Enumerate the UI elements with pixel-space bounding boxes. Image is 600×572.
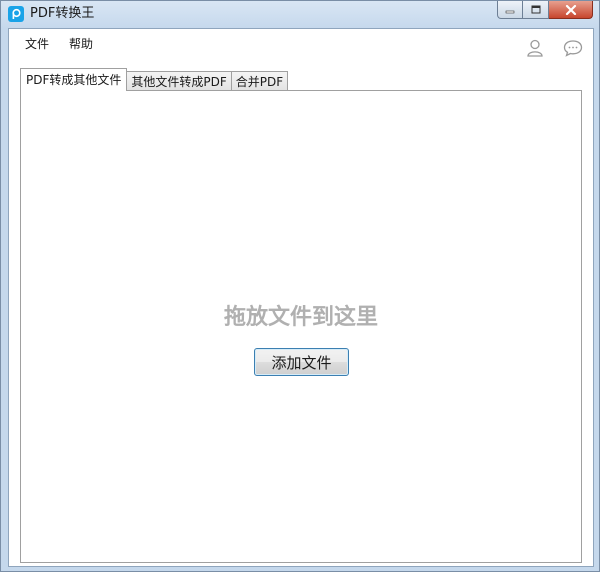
window-controls — [497, 1, 593, 20]
title-bar[interactable]: PDF转换王 — [1, 1, 599, 28]
tab-merge-pdf[interactable]: 合并PDF — [230, 71, 289, 91]
maximize-button[interactable] — [523, 1, 549, 19]
app-window: PDF转换王 文件 帮助 PDF转成其他文件 其他文件转成PDF 合并PDF 拖… — [0, 0, 600, 572]
close-button[interactable] — [549, 1, 593, 19]
menu-file[interactable]: 文件 — [23, 36, 51, 52]
app-logo-icon — [8, 6, 24, 22]
client-area: 文件 帮助 PDF转成其他文件 其他文件转成PDF 合并PDF 拖放文件到这里 … — [8, 28, 594, 567]
window-title: PDF转换王 — [30, 6, 95, 21]
add-file-button[interactable]: 添加文件 — [254, 348, 349, 376]
user-icon[interactable] — [525, 38, 545, 58]
minimize-button[interactable] — [497, 1, 523, 19]
tab-strip: PDF转成其他文件 其他文件转成PDF 合并PDF — [20, 67, 289, 91]
menu-bar: 文件 帮助 — [9, 29, 593, 59]
drop-hint-text: 拖放文件到这里 — [223, 305, 378, 330]
maximize-icon — [531, 5, 540, 14]
menu-help[interactable]: 帮助 — [67, 36, 95, 52]
chat-bubble-icon[interactable] — [563, 38, 583, 58]
drop-zone-panel[interactable]: 拖放文件到这里 添加文件 — [20, 90, 582, 563]
minimize-icon — [505, 10, 515, 13]
tab-pdf-to-other[interactable]: PDF转成其他文件 — [20, 68, 128, 91]
close-icon — [565, 4, 576, 15]
tab-other-to-pdf[interactable]: 其他文件转成PDF — [126, 71, 232, 91]
